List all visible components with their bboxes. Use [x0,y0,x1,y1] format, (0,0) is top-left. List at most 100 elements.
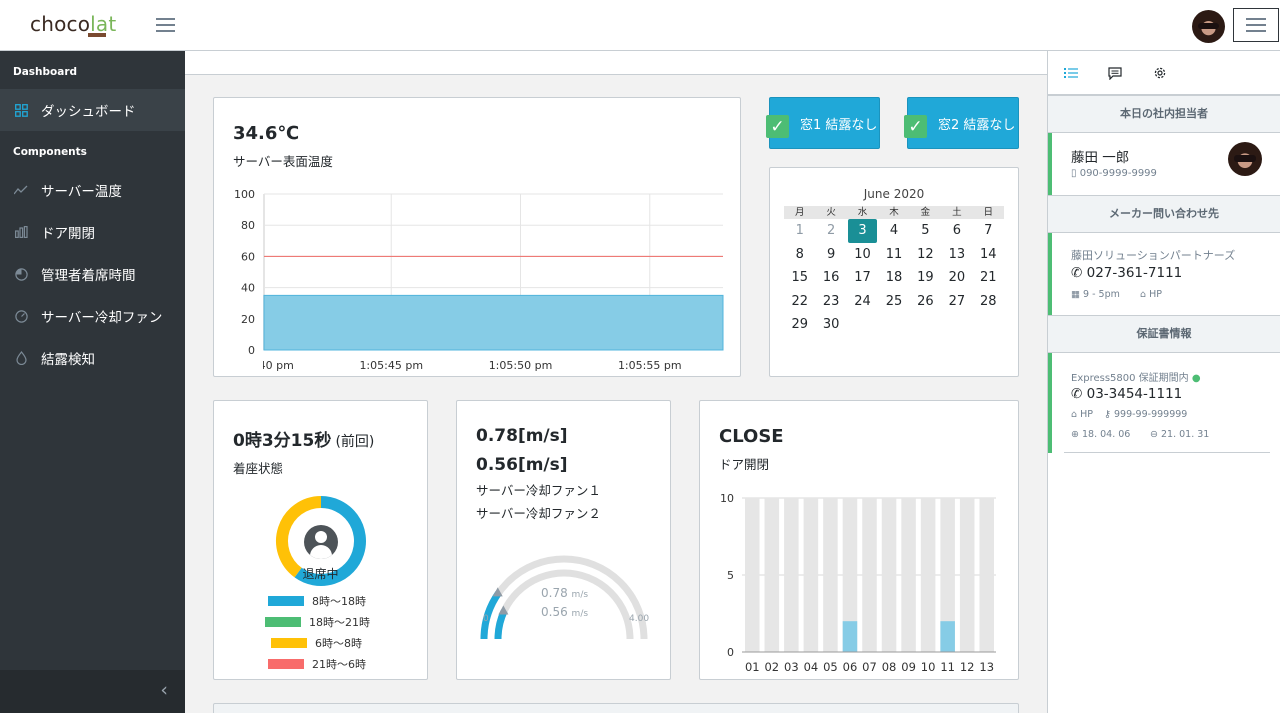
sidebar-item-cooling-fan[interactable]: サーバー冷却ファン [0,295,185,337]
calendar-day[interactable]: 9 [815,243,846,267]
calendar-day[interactable]: 22 [784,290,815,314]
sidebar-toggle-icon[interactable] [156,17,175,33]
legend-label: 18時〜21時 [309,616,370,629]
x-tick-label: 10 [921,660,936,674]
status-dot-icon: ● [1191,373,1201,384]
legend-swatch [271,638,307,648]
window2-status-button[interactable]: ✓ 窓2 結露なし [904,97,1019,149]
x-tick-label: 1:05:50 pm [489,359,553,372]
calendar-day[interactable]: 7 [973,219,1004,243]
calendar-day[interactable]: 14 [973,243,1004,267]
bar-background [764,498,780,652]
breadcrumb [185,51,1047,75]
calendar-day[interactable]: 6 [941,219,972,243]
gauge-value-2 [494,609,508,640]
sidebar-minimizer[interactable]: ‹ [0,670,185,713]
tab-list[interactable] [1048,51,1094,95]
calendar-day[interactable]: 28 [973,290,1004,314]
calendar-weekday: 水 [857,207,868,218]
tab-settings[interactable] [1137,51,1183,95]
sidebar-item-door[interactable]: ドア開閉 [0,211,185,253]
legend-item: 6時〜8時 [214,636,428,650]
calendar-day[interactable]: 21 [973,266,1004,290]
calendar-day[interactable]: 25 [878,290,909,314]
legend-swatch [268,659,304,669]
gauge-reading-1: 0.78 m/s [541,586,589,600]
warranty-phone: ✆ 03-3454-1111 [1071,386,1183,402]
fan2-speed: 0.56[m/s] [476,455,568,475]
calendar-weekday: 土 [952,207,962,218]
x-tick-label: 13 [979,660,994,674]
calendar-day[interactable]: 17 [847,266,878,290]
bar-background [745,498,760,652]
calendar-day[interactable]: 20 [941,266,972,290]
contact-phone: ▯ 090-9999-9999 [1071,168,1157,179]
calendar-day[interactable]: 5 [910,219,941,243]
bar-background [784,498,799,652]
calendar-day[interactable]: 19 [910,266,941,290]
list-icon [1064,68,1078,78]
legend-swatch [265,617,301,627]
calendar-day[interactable]: 30 [815,313,846,337]
maker-hp-link[interactable]: ⌂ HP [1140,289,1162,300]
calendar-day[interactable]: 18 [878,266,909,290]
maker-block: 藤田ソリューションパートナーズ ✆ 027-361-7111 ▦ 9 - 5pm… [1048,233,1280,315]
maker-section-title: メーカー問い合わせ先 [1048,195,1280,233]
sidebar-item-server-temp[interactable]: サーバー温度 [0,169,185,211]
warranty-hp-link[interactable]: ⌂ HP [1071,409,1093,420]
calendar-day[interactable]: 26 [910,290,941,314]
y-tick-label: 0 [727,646,734,659]
key-icon: ⚷ [1104,409,1111,420]
sidebar-item-label: サーバー冷却ファン [41,310,163,326]
tab-messages[interactable] [1092,51,1138,95]
door-label: ドア開閉 [719,457,770,472]
calendar-day[interactable]: 13 [941,243,972,267]
temperature-card: 34.6℃ サーバー表面温度 0 20 40 60 80 100 1:05:40 pm 1:0… [213,97,741,377]
calendar-day[interactable]: 15 [784,266,815,290]
phone-icon: ✆ [1071,265,1083,281]
legend-item: 18時〜21時 [214,615,428,629]
x-tick-label: 07 [862,660,877,674]
calendar-day[interactable]: 12 [910,243,941,267]
calendar-day[interactable]: 1 [784,219,815,243]
calendar-day[interactable]: 16 [815,266,846,290]
speedometer-icon [14,309,28,323]
user-avatar[interactable] [1192,10,1225,43]
sidebar-item-label: 結露検知 [41,352,95,368]
door-chart: 051001 02 03 04 05 06 07 08 09 10 11 12 13 [720,492,996,674]
main-content: 34.6℃ サーバー表面温度 0 20 40 60 80 100 1:05:40 pm 1:0… [185,51,1047,713]
sidebar-item-label: サーバー温度 [41,184,122,200]
aside-toggle-button[interactable] [1233,8,1279,42]
calendar-day[interactable]: 8 [784,243,815,267]
sidebar-item-seat-time[interactable]: 管理者着席時間 [0,253,185,295]
calendar-day[interactable]: 4 [878,219,909,243]
calendar-day[interactable]: 23 [815,290,846,314]
sidebar-item-dashboard[interactable]: ダッシュボード [0,89,185,131]
fan2-name: サーバー冷却ファン２ [476,506,601,521]
maker-name: 藤田ソリューションパートナーズ [1071,249,1236,262]
gauge-min-label: 0 [483,614,489,624]
calendar-day[interactable]: 29 [784,313,815,337]
calendar-day[interactable]: 10 [847,243,878,267]
calendar-weekday-header: 月火水木金土日 [784,206,1004,219]
y-tick-label: 40 [241,282,255,295]
legend-item: 21時〜6時 [214,657,428,671]
calendar-weekday: 金 [920,207,931,218]
clock-icon [14,267,28,281]
seat-label: 着座状態 [233,461,284,476]
home-icon: ⌂ [1140,289,1147,300]
window1-status-button[interactable]: ✓ 窓1 結露なし [766,97,880,149]
sidebar-item-condensation[interactable]: 結露検知 [0,337,185,379]
calendar-day[interactable]: 24 [847,290,878,314]
seat-time: 0時3分15秒 [233,431,332,451]
chevron-left-icon: ‹ [160,679,168,701]
calendar-day-today[interactable]: 3 [847,219,878,243]
bar-background [901,498,916,652]
calendar-day[interactable]: 11 [878,243,909,267]
bar-background [862,498,877,652]
seat-time-suffix: (前回) [335,434,375,450]
calendar-day[interactable]: 27 [941,290,972,314]
calendar-icon: ▦ [1071,289,1080,300]
calendar-day[interactable]: 2 [815,219,846,243]
x-tick-label: 04 [804,660,819,674]
